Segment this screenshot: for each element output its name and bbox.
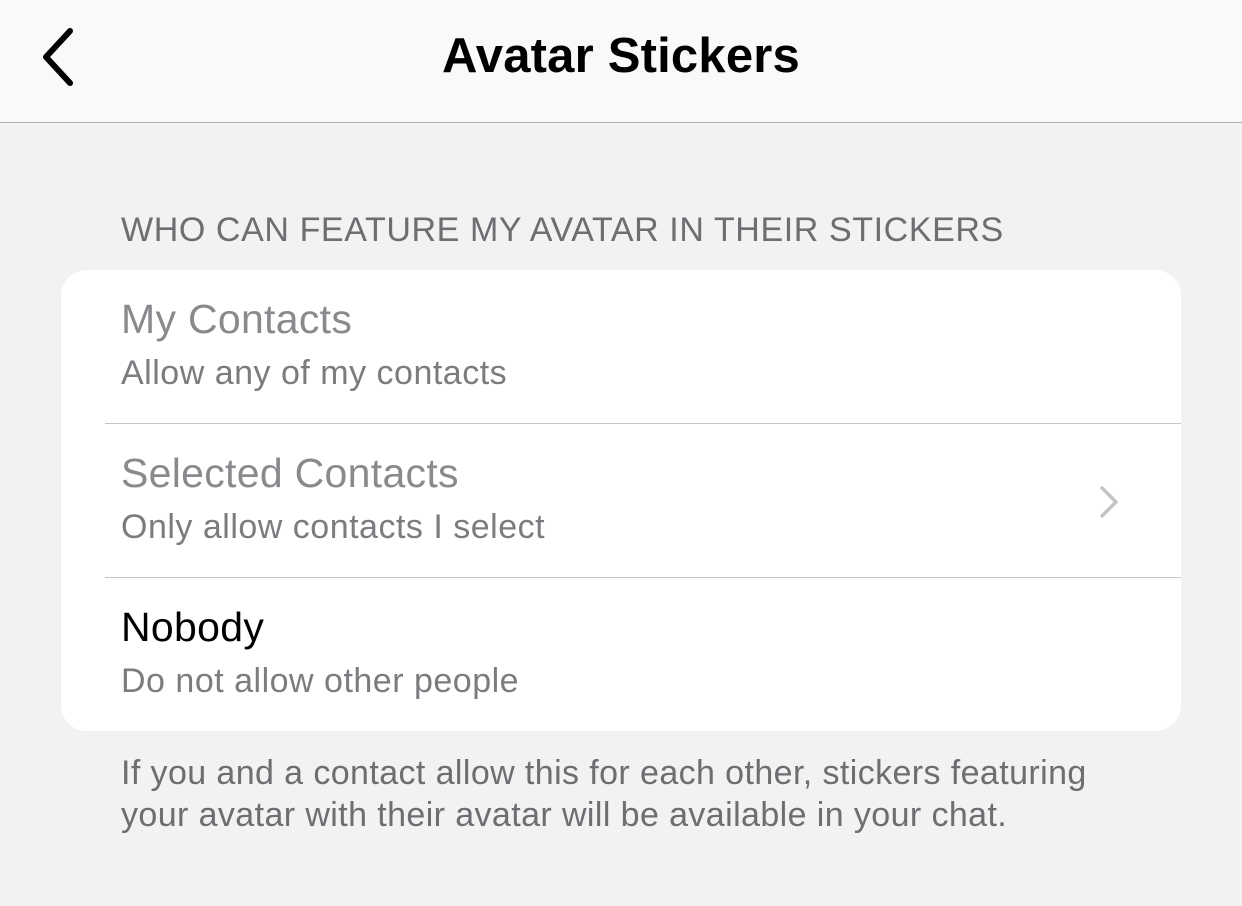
- option-subtitle: Do not allow other people: [121, 662, 520, 700]
- page-title: Avatar Stickers: [441, 29, 800, 83]
- option-title: My Contacts: [121, 296, 353, 342]
- option-subtitle: Only allow contacts I select: [121, 508, 546, 546]
- option-selected-contacts[interactable]: Selected Contacts Only allow contacts I …: [61, 424, 1181, 578]
- option-nobody[interactable]: Nobody Do not allow other people: [61, 578, 1181, 731]
- chevron-right-icon: [1100, 486, 1118, 518]
- footer-note: If you and a contact allow this for each…: [121, 754, 1087, 834]
- option-my-contacts[interactable]: My Contacts Allow any of my contacts: [61, 270, 1181, 424]
- option-title: Nobody: [121, 604, 265, 650]
- section-header: WHO CAN FEATURE MY AVATAR IN THEIR STICK…: [121, 211, 1004, 249]
- navigation-bar: Avatar Stickers: [0, 0, 1242, 123]
- option-subtitle: Allow any of my contacts: [121, 354, 508, 392]
- option-title: Selected Contacts: [121, 450, 459, 496]
- options-list: My Contacts Allow any of my contacts Sel…: [61, 270, 1181, 731]
